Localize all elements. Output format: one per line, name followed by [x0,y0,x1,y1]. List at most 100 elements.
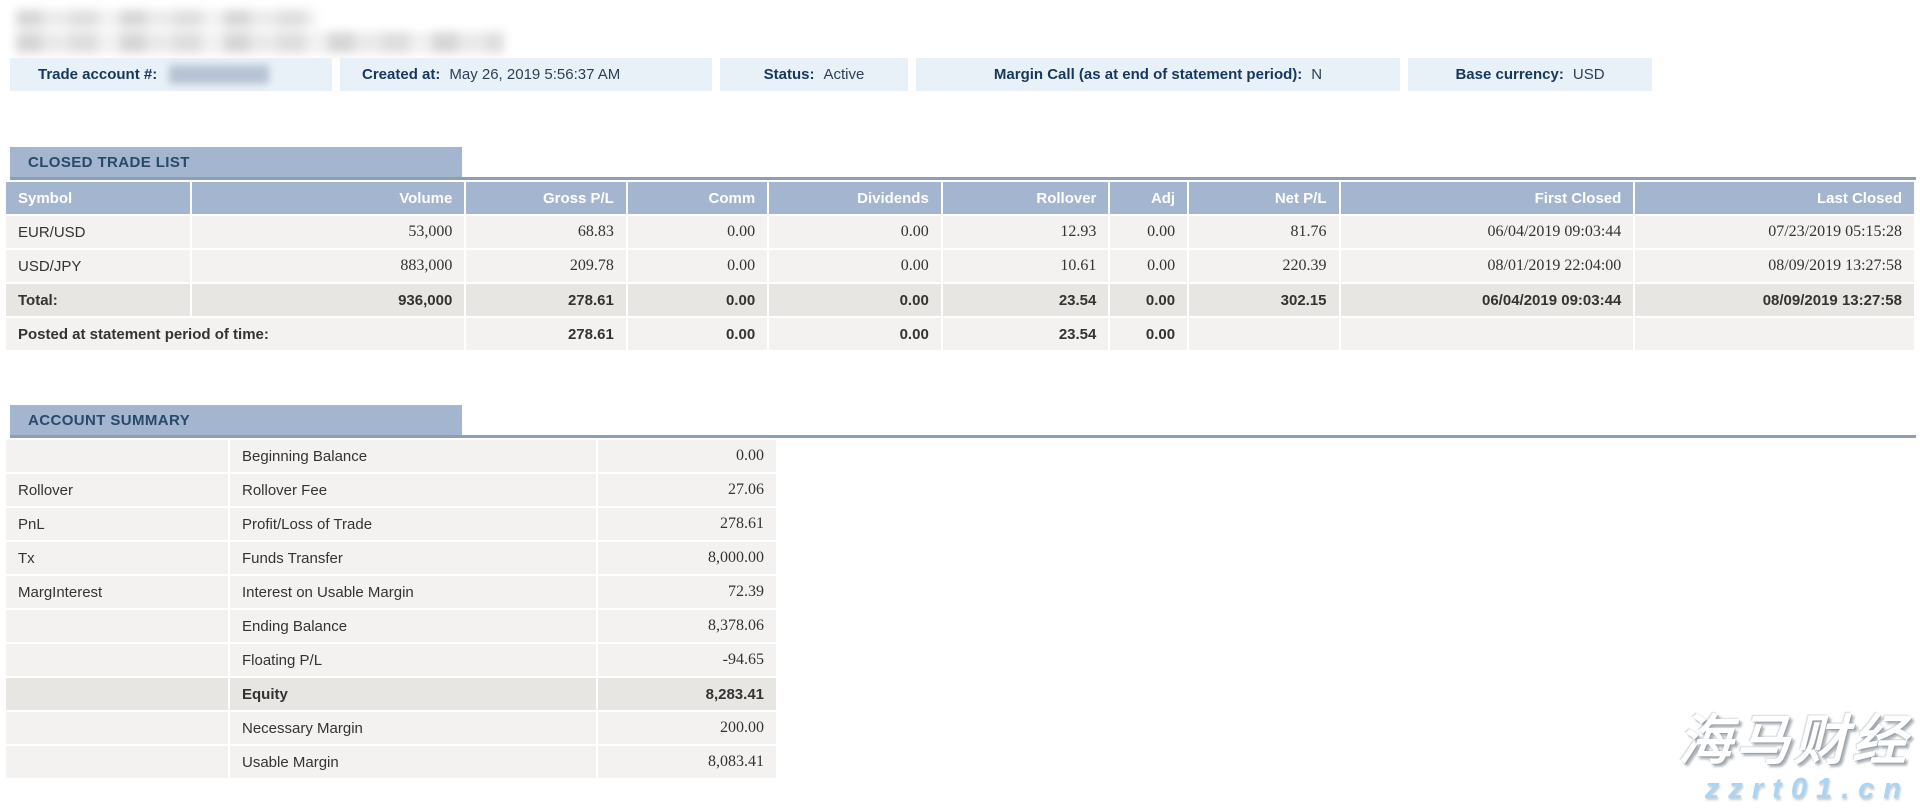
summary-value: 8,378.06 [597,609,777,643]
account-info-bar: Trade account #: Created at: May 26, 201… [10,58,1652,91]
posted-dividends: 0.00 [768,317,942,351]
summary-code: Rollover [5,473,229,507]
margin-call-value: N [1311,66,1322,83]
summary-code [5,711,229,745]
total-label: Total: [5,283,191,317]
status-value: Active [823,66,864,83]
redacted-account-number [169,65,269,84]
total-last-closed: 08/09/2019 13:27:58 [1634,283,1915,317]
total-rollover: 23.54 [942,283,1110,317]
summary-label: Beginning Balance [229,439,597,473]
first-closed-cell: 08/01/2019 22:04:00 [1340,249,1635,283]
base-currency-label: Base currency: [1455,66,1563,83]
closed-trade-list-table: Symbol Volume Gross P/L Comm Dividends R… [4,180,1916,352]
closed-trade-list-header: CLOSED TRADE LIST [10,147,462,177]
created-at-field: Created at: May 26, 2019 5:56:37 AM [340,58,712,91]
status-field: Status: Active [720,58,908,91]
summary-value: 8,000.00 [597,541,777,575]
posted-adj: 0.00 [1109,317,1188,351]
empty-cell [1188,317,1339,351]
base-currency-field: Base currency: USD [1408,58,1652,91]
last-closed-cell: 07/23/2019 05:15:28 [1634,215,1915,249]
adj-cell: 0.00 [1109,249,1188,283]
col-dividends: Dividends [768,181,942,215]
summary-label: Interest on Usable Margin [229,575,597,609]
summary-code [5,677,229,711]
total-adj: 0.00 [1109,283,1188,317]
comm-cell: 0.00 [627,249,768,283]
empty-cell [1340,317,1635,351]
watermark-brand-text: 海马财经 [1678,713,1910,770]
col-last-closed: Last Closed [1634,181,1915,215]
total-gross-pl: 278.61 [465,283,627,317]
summary-row-equity: Equity 8,283.41 [5,677,777,711]
col-gross-pl: Gross P/L [465,181,627,215]
gross-pl-cell: 209.78 [465,249,627,283]
summary-value: 8,283.41 [597,677,777,711]
volume-cell: 53,000 [191,215,466,249]
redacted-text-line [16,10,316,27]
total-dividends: 0.00 [768,283,942,317]
account-summary-header: ACCOUNT SUMMARY [10,405,462,435]
trade-row-usdjpy: USD/JPY 883,000 209.78 0.00 0.00 10.61 0… [5,249,1915,283]
account-summary-table: Beginning Balance 0.00 Rollover Rollover… [4,438,778,780]
redacted-broker-title [16,8,516,54]
total-volume: 936,000 [191,283,466,317]
trade-statement-page: Trade account #: Created at: May 26, 201… [0,0,1920,810]
account-summary-title: ACCOUNT SUMMARY [28,412,190,429]
dividends-cell: 0.00 [768,215,942,249]
created-at-value: May 26, 2019 5:56:37 AM [449,66,620,83]
summary-value: 278.61 [597,507,777,541]
first-closed-cell: 06/04/2019 09:03:44 [1340,215,1635,249]
summary-row: PnL Profit/Loss of Trade 278.61 [5,507,777,541]
col-volume: Volume [191,181,466,215]
summary-value: 8,083.41 [597,745,777,779]
closed-trade-list-title: CLOSED TRADE LIST [28,154,190,171]
summary-label: Floating P/L [229,643,597,677]
summary-row: MargInterest Interest on Usable Margin 7… [5,575,777,609]
dividends-cell: 0.00 [768,249,942,283]
symbol-cell: EUR/USD [5,215,191,249]
summary-code [5,439,229,473]
col-first-closed: First Closed [1340,181,1635,215]
summary-label: Profit/Loss of Trade [229,507,597,541]
posted-at-period-row: Posted at statement period of time: 278.… [5,317,1915,351]
summary-label: Equity [229,677,597,711]
summary-row: Floating P/L -94.65 [5,643,777,677]
posted-label: Posted at statement period of time: [5,317,465,351]
summary-code: MargInterest [5,575,229,609]
trades-total-row: Total: 936,000 278.61 0.00 0.00 23.54 0.… [5,283,1915,317]
summary-code [5,643,229,677]
summary-label: Ending Balance [229,609,597,643]
summary-value: 0.00 [597,439,777,473]
comm-cell: 0.00 [627,215,768,249]
gross-pl-cell: 68.83 [465,215,627,249]
summary-value: 72.39 [597,575,777,609]
watermark: 海马财经 zzrt01.cn [1678,713,1910,804]
summary-label: Necessary Margin [229,711,597,745]
summary-code: Tx [5,541,229,575]
redacted-text-line [16,32,504,53]
rollover-cell: 10.61 [942,249,1110,283]
col-net-pl: Net P/L [1188,181,1339,215]
base-currency-value: USD [1573,66,1605,83]
adj-cell: 0.00 [1109,215,1188,249]
symbol-cell: USD/JPY [5,249,191,283]
posted-comm: 0.00 [627,317,768,351]
empty-cell [1634,317,1915,351]
summary-row: Necessary Margin 200.00 [5,711,777,745]
summary-value: -94.65 [597,643,777,677]
summary-row: Ending Balance 8,378.06 [5,609,777,643]
summary-value: 27.06 [597,473,777,507]
margin-call-label: Margin Call (as at end of statement peri… [994,66,1302,83]
net-pl-cell: 81.76 [1188,215,1339,249]
trades-header-row: Symbol Volume Gross P/L Comm Dividends R… [5,181,1915,215]
summary-code [5,745,229,779]
trade-account-label: Trade account #: [38,66,157,83]
summary-label: Funds Transfer [229,541,597,575]
total-first-closed: 06/04/2019 09:03:44 [1340,283,1635,317]
summary-row: Rollover Rollover Fee 27.06 [5,473,777,507]
summary-row: Beginning Balance 0.00 [5,439,777,473]
last-closed-cell: 08/09/2019 13:27:58 [1634,249,1915,283]
total-comm: 0.00 [627,283,768,317]
